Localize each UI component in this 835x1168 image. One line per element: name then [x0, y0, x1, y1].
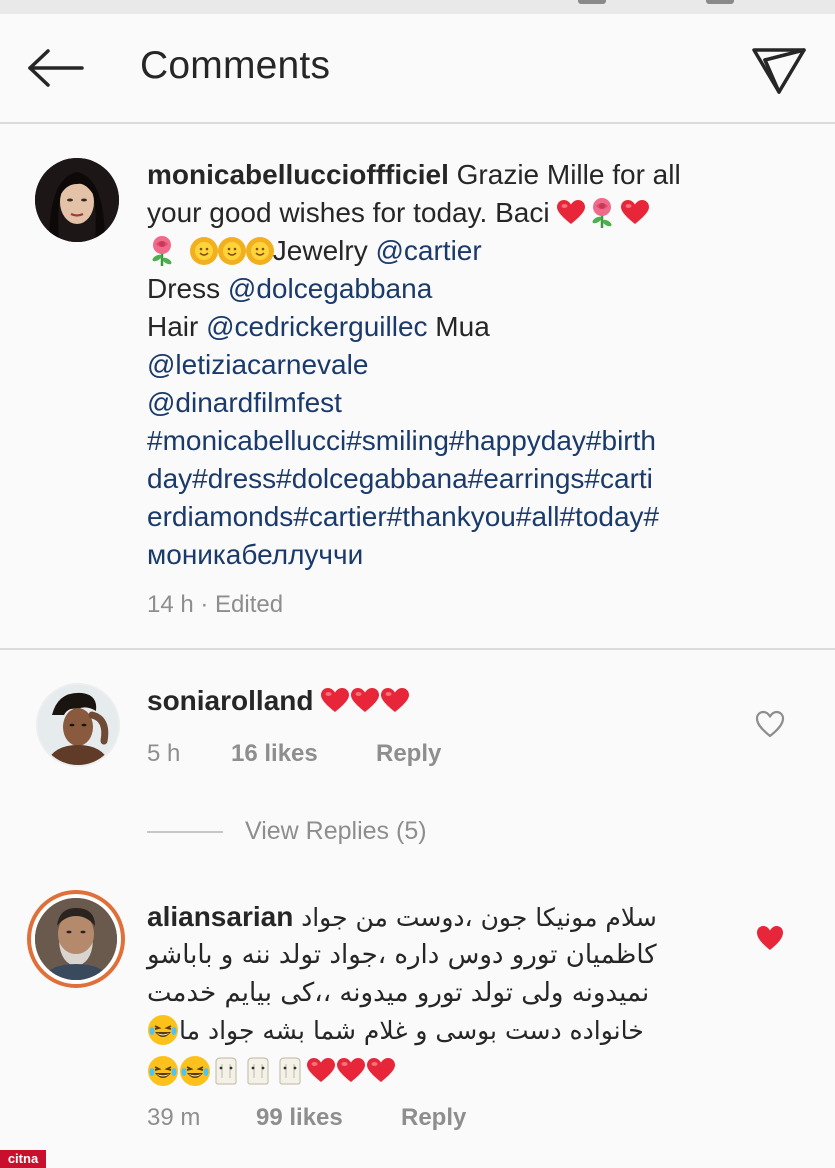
comments-list: soniarolland 5 h 16 likes Reply View Rep… [0, 652, 835, 1168]
profile-photo [38, 685, 118, 765]
post-caption: monicabelluccioffficiel Grazie Mille for… [0, 126, 835, 650]
avatar[interactable] [27, 890, 125, 988]
mention-link[interactable]: @letiziacarnevale [147, 346, 368, 384]
comment-line: soniarolland [147, 682, 411, 720]
caption-line: monicabelluccioffficiel Grazie Mille for… [147, 156, 681, 194]
caption-text: Jewelry [272, 235, 368, 266]
reply-button[interactable]: Reply [401, 1104, 466, 1132]
status-bar [0, 0, 835, 14]
avatar[interactable] [36, 683, 120, 767]
comment-username[interactable]: aliansarian [147, 901, 293, 932]
tears-of-joy-emoji [179, 1055, 211, 1087]
page-title: Comments [140, 44, 331, 87]
caption-text: Hair [147, 311, 199, 342]
comments-header: Comments [0, 14, 835, 124]
comment-line [147, 1052, 397, 1090]
tears-of-joy-emoji [147, 1055, 179, 1087]
mention-link[interactable]: @cartier [375, 235, 481, 266]
sun-face-emoji [189, 236, 219, 266]
red-heart-emoji [307, 1058, 335, 1083]
heart-filled-icon[interactable] [755, 924, 785, 952]
hashtag-link[interactable]: erdiamonds#cartier#thankyou#all#today# [147, 498, 659, 536]
ghost-emoji [211, 1056, 241, 1086]
caption-line: Jewelry @cartier [147, 232, 482, 270]
hashtag-link[interactable]: моникабеллуччи [147, 536, 363, 574]
comment-text: نمیدونه ولی تولد تورو میدونه ،،کی بیایم … [147, 978, 650, 1008]
comment-timestamp: 5 h [147, 740, 181, 767]
comment-line: aliansarian سلام مونیکا جون ،دوست من جوا… [147, 898, 657, 937]
ghost-emoji [243, 1056, 273, 1086]
hashtag-link[interactable]: day#dress#dolcegabbana#earrings#carti [147, 460, 653, 498]
likes-count[interactable]: 99 likes [256, 1104, 343, 1132]
status-indicator [578, 0, 606, 4]
ghost-emoji [275, 1056, 305, 1086]
watermark-logo: citna [0, 1150, 46, 1168]
mention-link[interactable]: @dinardfilmfest [147, 384, 342, 422]
caption-text: Mua [435, 311, 490, 342]
comment-username[interactable]: soniarolland [147, 685, 313, 716]
replies-divider [147, 831, 223, 833]
avatar[interactable] [35, 158, 119, 242]
comment-text: سلام مونیکا جون ،دوست من جواد [301, 903, 657, 932]
rose-emoji [587, 197, 619, 229]
mention-link[interactable]: @dolcegabbana [228, 273, 432, 304]
profile-photo [35, 158, 119, 242]
hashtag-link[interactable]: #monicabellucci#smiling#happyday#birth [147, 422, 656, 460]
caption-text: your good wishes for today. Baci [147, 197, 550, 228]
red-heart-emoji [337, 1058, 365, 1083]
caption-timestamp: 14 h · Edited [147, 591, 284, 618]
red-heart-emoji [381, 688, 409, 713]
red-heart-emoji [557, 200, 585, 225]
rose-emoji [147, 235, 179, 267]
red-heart-emoji [351, 688, 379, 713]
mention-link[interactable]: @cedrickerguillec [206, 311, 427, 342]
sun-face-emoji [217, 236, 247, 266]
direct-send-icon[interactable] [751, 42, 807, 98]
sun-face-emoji [245, 236, 275, 266]
caption-text: Dress [147, 273, 221, 304]
caption-line: your good wishes for today. Baci [147, 194, 651, 232]
red-heart-emoji [621, 200, 649, 225]
caption-username[interactable]: monicabelluccioffficiel [147, 159, 449, 190]
reply-button[interactable]: Reply [376, 740, 441, 768]
comment-timestamp: 39 m [147, 1104, 201, 1131]
red-heart-emoji [367, 1058, 395, 1083]
view-replies-button[interactable]: View Replies (5) [245, 817, 427, 846]
arrow-left-icon[interactable] [26, 48, 84, 88]
likes-count[interactable]: 16 likes [231, 740, 318, 768]
caption-line: Hair @cedrickerguillec Mua [147, 308, 490, 346]
caption-text: Grazie Mille for all [456, 159, 681, 190]
profile-photo [35, 898, 117, 980]
red-heart-emoji [321, 688, 349, 713]
status-indicator [706, 0, 734, 4]
tears-of-joy-emoji [147, 1014, 179, 1046]
comment-text: خانواده دست بوسی و غلام شما بشه جواد ما [179, 1016, 644, 1045]
heart-outline-icon[interactable] [755, 710, 785, 738]
comment-line: خانواده دست بوسی و غلام شما بشه جواد ما [147, 1012, 644, 1050]
caption-line: Dress @dolcegabbana [147, 270, 432, 308]
comment-text: کاظمیان تورو دوس داره ،جواد تولد ننه و ب… [147, 940, 657, 970]
